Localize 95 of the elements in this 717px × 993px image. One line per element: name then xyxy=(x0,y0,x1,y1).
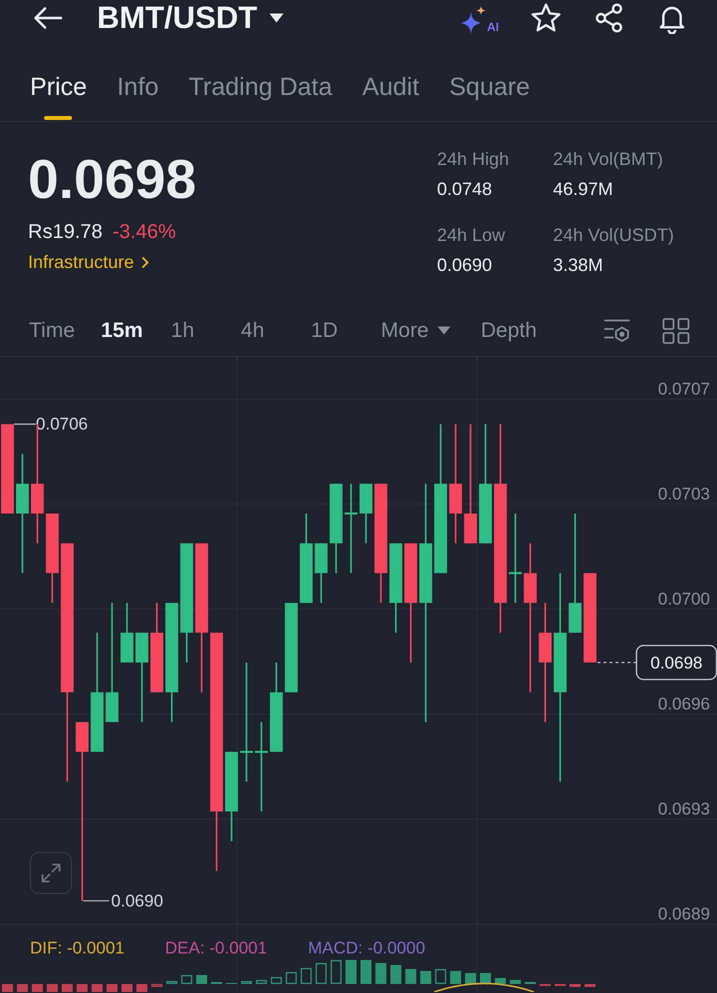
tab[interactable]: Audit xyxy=(362,73,420,121)
price-axis-label: 0.0693 xyxy=(658,800,710,819)
macd-bar xyxy=(405,969,416,984)
rising-candle xyxy=(120,602,134,662)
ai-assistant-button[interactable]: AI xyxy=(460,2,499,34)
fiat-price: Rs19.78 xyxy=(28,220,102,244)
indicator-settings-icon xyxy=(603,318,631,344)
caret-icon xyxy=(436,326,451,335)
macd-legend: DIF: -0.0001 xyxy=(30,938,124,958)
expand-icon xyxy=(39,861,63,885)
macd-bar xyxy=(420,971,432,984)
stat-value: 0.0748 xyxy=(437,178,492,200)
macd-bar xyxy=(16,984,28,992)
price-axis-label: 0.0700 xyxy=(658,590,710,609)
macd-bar xyxy=(92,984,103,992)
rising-candle xyxy=(314,543,328,603)
macd-bar xyxy=(375,963,386,984)
macd-legend: DEA: -0.0001 xyxy=(165,938,268,958)
macd-bar xyxy=(300,968,312,984)
interval-dropdown[interactable]: More xyxy=(380,318,455,344)
interval-option[interactable]: 15m xyxy=(100,318,145,344)
current-price-line xyxy=(597,662,636,664)
macd-bar xyxy=(106,984,118,992)
favorite-button[interactable] xyxy=(530,2,562,34)
share-button[interactable] xyxy=(593,2,625,34)
high-price-label: 0.0706 xyxy=(36,414,88,434)
stat-label: 24h Low xyxy=(437,224,506,246)
macd-bar xyxy=(181,975,192,984)
caret-icon xyxy=(269,13,284,23)
last-price: 0.0698 xyxy=(28,149,196,209)
macd-bar xyxy=(151,984,162,987)
macd-bar xyxy=(450,971,462,984)
macd-bar xyxy=(494,978,506,984)
price-axis-label: 0.0696 xyxy=(658,694,710,714)
price-axis-label: 0.0703 xyxy=(658,484,710,504)
interval-option[interactable]: 1D xyxy=(310,318,355,344)
macd-bar xyxy=(76,984,88,992)
indicator-settings-button[interactable] xyxy=(603,318,631,344)
macd-bar xyxy=(316,963,327,984)
chevron-right-icon xyxy=(141,256,150,268)
layout-button[interactable] xyxy=(662,318,690,344)
leader-line xyxy=(14,424,36,425)
macd-bar xyxy=(286,972,297,984)
star-icon xyxy=(530,2,562,34)
stat-label: 24h Vol(USDT) xyxy=(553,224,674,246)
macd-bar xyxy=(465,973,476,984)
interval-option[interactable]: 1h xyxy=(170,318,215,344)
macd-bar xyxy=(346,960,357,984)
macd-bar xyxy=(121,984,132,992)
sector-link[interactable]: Infrastructure xyxy=(28,250,150,274)
macd-bar xyxy=(62,984,73,992)
price-change: -3.46% xyxy=(112,220,176,244)
current-price-tag: 0.0698 xyxy=(636,644,717,680)
tab[interactable]: Info xyxy=(116,73,159,121)
leader-line xyxy=(83,900,110,902)
share-icon xyxy=(593,2,625,34)
macd-bar xyxy=(136,984,148,992)
macd-bar xyxy=(435,969,446,984)
expand-button[interactable] xyxy=(30,852,72,894)
low-price-label: 0.0690 xyxy=(111,891,164,910)
tab[interactable]: Square xyxy=(449,73,530,121)
stat-value: 3.38M xyxy=(553,254,604,276)
macd-bar xyxy=(240,981,252,984)
price-axis-label: 0.0707 xyxy=(658,380,710,399)
macd-bar xyxy=(196,975,208,984)
macd-bar xyxy=(166,981,178,984)
back-button[interactable] xyxy=(33,5,63,31)
macd-bar xyxy=(584,984,596,987)
stat-value: 0.0690 xyxy=(437,254,492,276)
back-arrow-icon xyxy=(33,6,63,30)
rising-candle xyxy=(360,484,372,544)
tab[interactable]: Trading Data xyxy=(188,73,332,121)
sparkle-icon xyxy=(460,6,487,34)
macd-bar xyxy=(360,960,372,984)
macd-bar xyxy=(330,960,342,984)
macd-bar xyxy=(46,984,58,992)
macd-bar xyxy=(32,984,43,992)
price-axis-label: 0.0689 xyxy=(658,904,710,924)
stat-value: 46.97M xyxy=(553,178,614,200)
interval-option[interactable]: 4h xyxy=(240,318,285,344)
stat-label: 24h High xyxy=(437,148,510,170)
macd-bar xyxy=(390,965,402,984)
macd-bar xyxy=(256,980,267,984)
macd-bar xyxy=(480,973,491,984)
macd-bar xyxy=(570,984,581,987)
stat-label: 24h Vol(BMT) xyxy=(553,148,664,170)
macd-legend: MACD: -0.0000 xyxy=(308,938,426,958)
interval-option[interactable]: Depth xyxy=(480,318,537,344)
macd-bar xyxy=(510,980,521,984)
grid-icon xyxy=(662,318,690,344)
pair-selector[interactable]: BMT/USDT xyxy=(97,0,284,36)
interval-option[interactable]: Time xyxy=(29,318,75,344)
macd-bar xyxy=(2,984,13,992)
macd-bar xyxy=(270,977,282,984)
tab[interactable]: Price xyxy=(30,73,87,121)
